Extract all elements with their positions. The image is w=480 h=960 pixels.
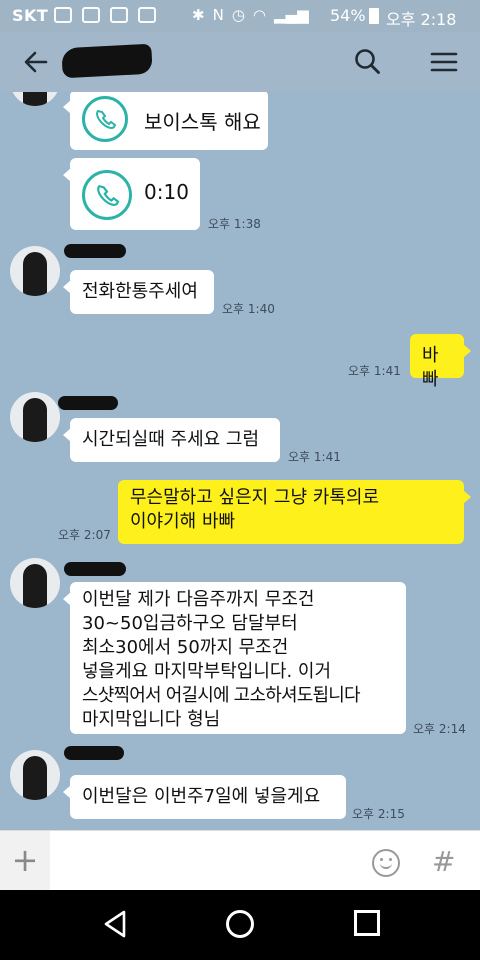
message-line: 마지막입니다 형님 [82, 709, 221, 730]
my-message-bubble[interactable]: 무슨말하고 싶은지 그냥 카톡의로 이야기해 바빠 [118, 480, 471, 544]
status-bar: SKT ✱ N ◷ ◠ ▂▄▆ 54% 오후 2:18 [0, 0, 480, 32]
hashtag-search-button[interactable]: # [432, 845, 455, 878]
redacted-sender-name [64, 244, 126, 258]
message-input[interactable] [52, 839, 352, 883]
message-line: 최소30에서 50까지 무조건 [82, 637, 289, 658]
message-bubble[interactable]: 이번달은 이번주7일에 넣을게요 [63, 775, 346, 819]
bluetooth-icon: ✱ [192, 6, 205, 24]
vibrate-icon [82, 7, 100, 23]
redacted-sender-name [58, 396, 118, 410]
emoticon-icon[interactable] [372, 849, 400, 877]
search-icon[interactable] [352, 46, 384, 78]
signal-icon: ▂▄▆ [274, 6, 309, 24]
wifi-icon: ◠ [252, 6, 266, 24]
clock: 오후 2:18 [386, 10, 457, 29]
message-icon [54, 7, 72, 23]
phone-call-icon [82, 170, 132, 220]
message-bubble[interactable]: 전화한통주세여 [63, 270, 214, 314]
redacted-chat-title [61, 43, 153, 79]
message-time: 오후 1:40 [222, 302, 275, 316]
alarm-icon: ◷ [231, 6, 245, 24]
message-text: 시간되실때 주세요 그럼 [82, 429, 260, 450]
voice-call-duration: 0:10 [144, 180, 189, 204]
nav-home-icon[interactable] [226, 910, 254, 938]
voice-call-text: 보이스톡 해요 [144, 110, 261, 134]
avatar[interactable] [10, 246, 60, 296]
avatar[interactable] [10, 750, 60, 800]
battery-percent: 54% [330, 6, 366, 25]
message-time: 오후 1:38 [208, 217, 261, 231]
redacted-sender-name [64, 746, 124, 760]
message-line: 스샷찍어서 어길시에 고소하셔도됩니다 [82, 685, 361, 706]
message-time: 오후 1:41 [348, 364, 401, 378]
battery-icon [369, 8, 379, 24]
message-text: 전화한통주세여 [82, 281, 198, 302]
message-time: 오후 2:07 [58, 528, 111, 542]
message-line: 이야기해 바빠 [130, 511, 236, 532]
avatar[interactable] [10, 558, 60, 608]
voice-call-bubble[interactable]: 0:10 [63, 158, 200, 230]
notification-icons [54, 7, 156, 23]
system-icons: ✱ N ◷ ◠ ▂▄▆ [192, 6, 309, 24]
chat-icon [110, 7, 128, 23]
phone-call-icon [82, 96, 128, 142]
android-nav-bar [0, 890, 480, 960]
message-line: 30~50입금하구오 담달부터 [82, 613, 298, 634]
chat-header [0, 32, 480, 92]
nav-back-icon[interactable] [100, 908, 132, 940]
voice-call-bubble[interactable]: 보이스톡 해요 [63, 92, 268, 150]
message-input-bar: + # [0, 830, 480, 891]
attach-plus-button[interactable]: + [0, 831, 50, 891]
message-time: 오후 2:15 [352, 807, 405, 821]
message-bubble[interactable]: 시간되실때 주세요 그럼 [63, 418, 280, 462]
message-text: 바빠 [422, 345, 439, 390]
nfc-icon: N [212, 6, 224, 24]
redacted-sender-name [64, 562, 126, 576]
message-time: 오후 2:14 [413, 722, 466, 736]
app-icon [138, 7, 156, 23]
message-line: 넣을게요 마지막부탁입니다. 이거 [82, 661, 332, 682]
chat-area[interactable]: 보이스톡 해요 0:10 오후 1:38 전화한통주세여 오후 1:40 바빠 … [0, 92, 480, 830]
carrier-label: SKT [12, 6, 49, 25]
my-message-bubble[interactable]: 바빠 [410, 334, 471, 390]
message-time: 오후 1:41 [288, 450, 341, 464]
nav-recent-apps-icon[interactable] [354, 910, 380, 936]
message-line: 무슨말하고 싶은지 그냥 카톡의로 [130, 487, 380, 508]
back-arrow-icon[interactable] [20, 46, 52, 78]
message-text: 이번달은 이번주7일에 넣을게요 [82, 786, 321, 807]
message-line: 이번달 제가 다음주까지 무조건 [82, 589, 315, 610]
avatar[interactable] [10, 92, 60, 106]
avatar[interactable] [10, 392, 60, 442]
message-bubble[interactable]: 이번달 제가 다음주까지 무조건 30~50입금하구오 담달부터 최소30에서 … [63, 582, 406, 734]
hamburger-menu-icon[interactable] [428, 46, 460, 78]
